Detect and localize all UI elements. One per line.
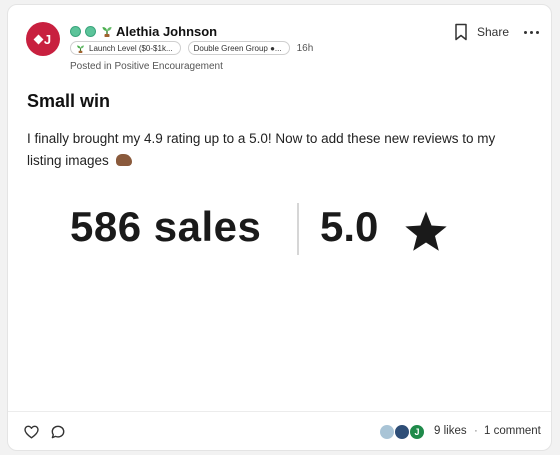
post-time: 16h	[296, 42, 314, 54]
group-badge[interactable]: Double Green Group ●...	[187, 41, 290, 55]
comment-icon[interactable]	[51, 425, 65, 439]
share-button[interactable]: Share	[477, 25, 509, 39]
status-dot-icon	[70, 25, 81, 37]
group-badge-label: Double Green Group ●...	[193, 43, 282, 53]
sprout-icon	[77, 45, 84, 53]
avatar	[394, 424, 410, 440]
bookmark-icon[interactable]	[453, 23, 469, 41]
footer-divider	[8, 411, 551, 412]
separator: ·	[474, 425, 478, 437]
posted-in[interactable]: Posted in Positive Encouragement	[70, 61, 223, 72]
post-card: J Alethia Johnson Launch Level ($0-$1k..…	[7, 4, 552, 451]
avatar[interactable]: J	[26, 22, 60, 56]
heart-icon[interactable]	[24, 425, 39, 439]
comments-count[interactable]: 1 comment	[484, 425, 541, 437]
post-actions: Share	[453, 23, 539, 41]
status-dot-icon	[85, 25, 96, 37]
avatar: J	[409, 424, 425, 440]
diamond-icon	[33, 34, 44, 44]
star-icon	[405, 211, 447, 251]
badges-row: Launch Level ($0-$1k... Double Green Gro…	[70, 40, 313, 56]
sales-count: 586 sales	[70, 203, 262, 250]
post-image[interactable]: 586 sales 5.0	[68, 195, 448, 265]
author-row: Alethia Johnson	[70, 22, 217, 40]
avatar-initial: J	[414, 427, 420, 437]
post-text: I finally brought my 4.9 rating up to a …	[27, 128, 527, 172]
avatar-initial: J	[43, 31, 52, 47]
more-icon[interactable]	[524, 30, 539, 34]
flexed-biceps-emoji	[115, 154, 132, 166]
level-badge[interactable]: Launch Level ($0-$1k...	[70, 41, 181, 55]
reactor-avatars[interactable]: J	[379, 424, 431, 440]
image-divider	[297, 203, 299, 255]
level-badge-label: Launch Level ($0-$1k...	[89, 43, 173, 53]
post-title: Small win	[27, 91, 111, 111]
post-body: I finally brought my 4.9 rating up to a …	[27, 131, 496, 168]
rating-value: 5.0	[320, 203, 379, 250]
likes-count[interactable]: 9 likes	[434, 425, 467, 437]
sprout-icon	[102, 27, 112, 37]
author-name[interactable]: Alethia Johnson	[116, 24, 217, 39]
avatar	[379, 424, 395, 440]
